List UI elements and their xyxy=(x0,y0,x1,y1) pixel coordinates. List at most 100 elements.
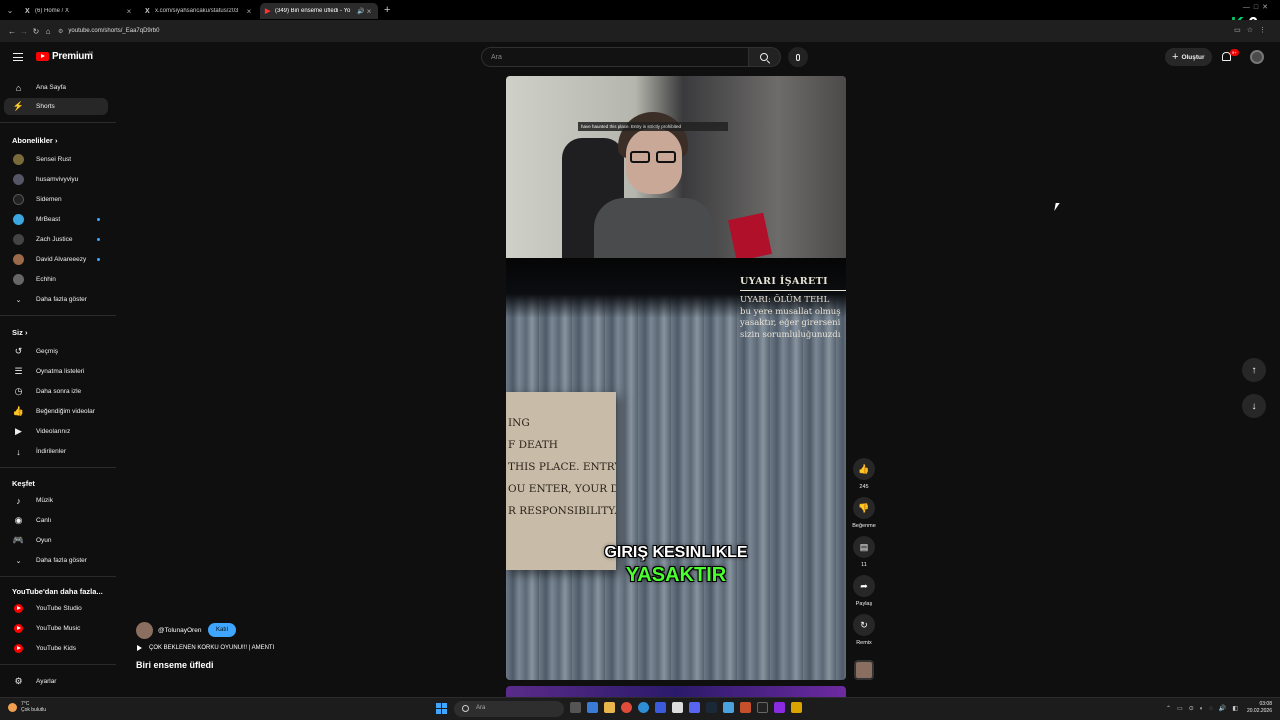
sidebar-sub-echhin[interactable]: Echhin xyxy=(4,271,108,288)
app-icon[interactable] xyxy=(791,702,802,713)
close-tab-icon[interactable]: × xyxy=(125,7,133,16)
home-icon[interactable]: ⌂ xyxy=(42,27,54,36)
watch-later-icon: ◷ xyxy=(14,386,23,396)
windows-start-icon[interactable] xyxy=(436,703,447,714)
app-icon[interactable] xyxy=(740,702,751,713)
sidebar-item-label: Shorts xyxy=(36,103,55,110)
window-controls[interactable]: —□✕ xyxy=(1243,3,1272,11)
sidebar-item-home[interactable]: ⌂ Ana Sayfa xyxy=(4,79,108,96)
taskbar-clock[interactable]: 03:08 20.02.2026 xyxy=(1240,701,1272,715)
sidebar-item-youtube-music[interactable]: YouTube Music xyxy=(4,620,108,637)
weather-icon xyxy=(8,702,17,712)
obs-icon[interactable] xyxy=(757,702,768,713)
sidebar-sub-zach-justice[interactable]: Zach Justice xyxy=(4,231,108,248)
system-tray-icons[interactable]: ⌃▭⊙◐◌🔊◧ xyxy=(1166,705,1244,712)
sidebar-item-settings[interactable]: ⚙ Ayarlar xyxy=(4,673,108,690)
sidebar-item-label: Müzik xyxy=(36,497,53,504)
browser-tab-youtube[interactable]: ▶ (349) Biri enseme üfledi - Yo 🔊 × xyxy=(260,3,378,19)
subtitle-line-1: GIRIŞ KESINLIKLE xyxy=(604,544,748,561)
thumbs-down-icon: 👎 xyxy=(858,502,870,513)
app-icon[interactable] xyxy=(723,702,734,713)
shorts-video-player[interactable]: have haunted this place. Entry is strict… xyxy=(506,76,846,680)
sidebar-sub-husam[interactable]: husamvivyviyu xyxy=(4,171,108,188)
new-tab-icon[interactable]: + xyxy=(384,4,390,16)
join-button[interactable]: Katıl xyxy=(208,623,237,637)
copilot-icon[interactable] xyxy=(587,702,598,713)
clock-time: 03:08 xyxy=(1259,701,1272,707)
sidebar-sub-mrbeast[interactable]: MrBeast xyxy=(4,211,108,228)
discord-icon[interactable] xyxy=(689,702,700,713)
next-short-button[interactable]: ↓ xyxy=(1242,394,1266,418)
reload-icon[interactable]: ↻ xyxy=(30,27,42,36)
browser-tab-x-home[interactable]: X (6) Home / X × xyxy=(20,3,138,19)
task-view-icon[interactable] xyxy=(570,702,581,713)
sidebar-item-history[interactable]: ↺ Geçmiş xyxy=(4,343,108,360)
account-avatar[interactable] xyxy=(1250,50,1264,64)
youtube-play-icon xyxy=(36,52,49,61)
sidebar-item-youtube-kids[interactable]: YouTube Kids xyxy=(4,640,108,657)
channel-avatar xyxy=(13,254,24,265)
youtube-premium-logo[interactable]: Premium TR xyxy=(36,50,93,62)
app-icon[interactable] xyxy=(774,702,785,713)
weather-widget[interactable]: 7°C Çok bulutlu xyxy=(8,701,46,713)
comments-button[interactable]: ▤ xyxy=(853,536,875,558)
calendar-icon[interactable] xyxy=(672,702,683,713)
channel-name[interactable]: @TolunayOren xyxy=(158,627,201,634)
remix-button[interactable]: ↻ xyxy=(853,614,875,636)
url-field[interactable]: ⚙ youtube.com/shorts/_Eaa7qD9rb0 xyxy=(58,28,159,35)
new-content-dot xyxy=(97,258,100,261)
sidebar-sub-sensei-rust[interactable]: Sensei Rust xyxy=(4,151,108,168)
chevron-right-icon: › xyxy=(24,328,28,337)
browser-toolbar-icons[interactable]: ▭☆⋮ xyxy=(1234,26,1272,34)
sound-source-avatar[interactable] xyxy=(854,660,874,680)
sidebar-sub-sidemen[interactable]: Sidemen xyxy=(4,191,108,208)
sidebar-item-youtube-studio[interactable]: YouTube Studio xyxy=(4,600,108,617)
sidebar-item-watch-later[interactable]: ◷ Daha sonra izle xyxy=(4,383,108,400)
like-button[interactable]: 👍 xyxy=(853,458,875,480)
close-tab-icon[interactable]: × xyxy=(365,7,373,16)
forward-icon[interactable]: → xyxy=(18,27,30,36)
sidebar-item-gaming[interactable]: 🎮 Oyun xyxy=(4,532,108,549)
sidebar-item-playlists[interactable]: ☰ Oynatma listeleri xyxy=(4,363,108,380)
youtube-music-icon xyxy=(13,623,24,634)
close-tab-icon[interactable]: × xyxy=(245,7,253,16)
sidebar-item-your-videos[interactable]: ▶ Videolarınız xyxy=(4,423,108,440)
sign-line: ING xyxy=(508,417,530,429)
subscriptions-header[interactable]: Abonelikler › xyxy=(12,136,57,145)
voice-search-button[interactable] xyxy=(788,47,808,67)
gear-icon: ⚙ xyxy=(14,676,23,686)
sidebar-show-more-subs[interactable]: ⌄ Daha fazla göster xyxy=(4,291,108,308)
share-button[interactable]: ➦ xyxy=(853,575,875,597)
menu-icon[interactable] xyxy=(13,53,23,61)
tab-search-icon[interactable]: ⌄ xyxy=(0,6,20,15)
sidebar-item-liked-videos[interactable]: 👍 Beğendiğim videolar xyxy=(4,403,108,420)
previous-short-button[interactable]: ↑ xyxy=(1242,358,1266,382)
you-header[interactable]: Siz › xyxy=(12,328,27,337)
section-title: Abonelikler xyxy=(12,136,53,145)
sidebar-explore-show-more[interactable]: ⌄ Daha fazla göster xyxy=(4,552,108,569)
sidebar-item-downloads[interactable]: ↓ İndirilenler xyxy=(4,443,108,460)
taskbar-search[interactable]: Ara xyxy=(454,701,564,717)
create-button[interactable]: + Oluştur xyxy=(1165,48,1212,66)
tab-title: x.com/siyahsancaku/status/203 xyxy=(155,8,239,14)
browser-tab-strip: ⌄ X (6) Home / X × X x.com/siyahsancaku/… xyxy=(0,0,1280,20)
sidebar-sub-david[interactable]: David Alvareeezy xyxy=(4,251,108,268)
music-track-link[interactable]: ÇOK BEKLENEN KORKU OYUNU!!! | AMENTI xyxy=(137,645,274,651)
sidebar-item-music[interactable]: ♪ Müzik xyxy=(4,492,108,509)
webcam-caption: have haunted this place. Entry is strict… xyxy=(578,122,728,132)
edge-icon[interactable] xyxy=(638,702,649,713)
channel-avatar[interactable] xyxy=(136,622,153,639)
sidebar-item-live[interactable]: ◉ Canlı xyxy=(4,512,108,529)
back-icon[interactable]: ← xyxy=(6,27,18,36)
site-info-icon[interactable]: ⚙ xyxy=(58,28,63,35)
browser-tab-x-status[interactable]: X x.com/siyahsancaku/status/203 × xyxy=(140,3,258,19)
steam-icon[interactable] xyxy=(706,702,717,713)
chrome-icon[interactable] xyxy=(621,702,632,713)
dislike-button[interactable]: 👎 xyxy=(853,497,875,519)
store-icon[interactable] xyxy=(655,702,666,713)
search-input[interactable]: Ara xyxy=(481,47,749,67)
search-button[interactable] xyxy=(749,47,781,67)
sidebar-item-shorts[interactable]: ⚡ Shorts xyxy=(4,98,108,115)
file-explorer-icon[interactable] xyxy=(604,702,615,713)
speaker-icon[interactable]: 🔊 xyxy=(357,8,365,15)
